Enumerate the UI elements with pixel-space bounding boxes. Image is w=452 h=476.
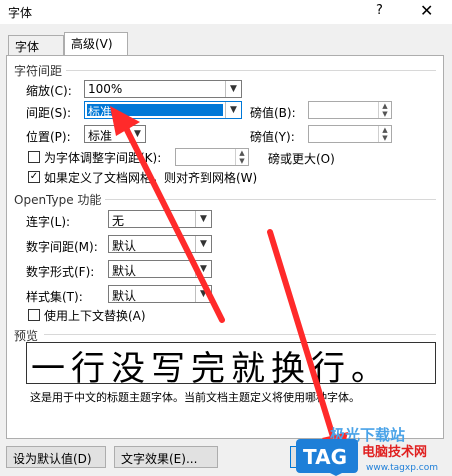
kerning-checkbox[interactable]: [28, 151, 40, 163]
position-value: 标准: [88, 129, 113, 143]
preview-description: 这是用于中文的标题主题字体。当前文档主题定义将使用哪种字体。: [30, 391, 360, 404]
stylistic-sets-label: 样式集(T):: [26, 290, 83, 304]
spacing-value: 标准: [88, 105, 113, 119]
preview-box: 一行没写完就换行。: [26, 342, 436, 384]
close-button[interactable]: ✕: [420, 1, 433, 20]
spin-arrows-icon: ▲ ▼: [378, 126, 391, 142]
position-combobox[interactable]: 标准 ▼: [84, 125, 146, 143]
ligatures-value: 无: [112, 214, 125, 228]
title-bar: [0, 0, 452, 24]
chevron-down-icon: ▼: [225, 81, 241, 97]
contextual-alternates-label: 使用上下文替换(A): [44, 309, 146, 323]
number-spacing-label: 数字间距(M):: [26, 240, 98, 254]
number-forms-value: 默认: [112, 264, 137, 278]
help-button[interactable]: ?: [376, 3, 383, 18]
number-spacing-value: 默认: [112, 239, 137, 253]
chevron-down-icon: ▼: [195, 286, 211, 302]
text-effects-button[interactable]: 文字效果(E)...: [114, 446, 218, 468]
ok-button[interactable]: 确: [290, 446, 330, 468]
stylistic-sets-value: 默认: [112, 289, 137, 303]
tab-font[interactable]: 字体(N): [8, 35, 64, 69]
preview-sample-text: 一行没写完就换行。: [31, 349, 391, 384]
position-amount-spinner[interactable]: ▲ ▼: [308, 125, 392, 143]
chevron-down-icon: ▼: [195, 236, 211, 252]
spin-arrows-icon: ▲ ▼: [235, 149, 248, 165]
divider: [66, 70, 436, 71]
spacing-label: 间距(S):: [26, 106, 72, 120]
opentype-group-title: OpenType 功能: [14, 191, 106, 208]
spacing-amount-label: 磅值(B):: [250, 106, 296, 120]
spin-arrows-icon: ▲ ▼: [378, 102, 391, 118]
snap-grid-checkbox[interactable]: ✓: [28, 171, 40, 183]
kerning-spinner[interactable]: ▲ ▼: [175, 148, 249, 166]
divider: [44, 334, 436, 335]
tab-advanced[interactable]: 高级(V): [64, 32, 128, 56]
number-spacing-combobox[interactable]: 默认 ▼: [108, 235, 212, 253]
snap-grid-label: 如果定义了文档网格，则对齐到网格(W): [44, 171, 258, 185]
scale-label: 缩放(C):: [26, 84, 72, 98]
kerning-suffix: 磅或更大(O): [268, 152, 335, 166]
chevron-down-icon: ▼: [195, 211, 211, 227]
watermark-url: www.tagxp.com: [366, 463, 438, 473]
chevron-down-icon: ▼: [195, 261, 211, 277]
position-amount-label: 磅值(Y):: [250, 130, 295, 144]
spacing-combobox[interactable]: 标准 ▼: [84, 101, 242, 119]
set-default-button[interactable]: 设为默认值(D): [6, 446, 106, 468]
chevron-down-icon: ▼: [129, 126, 145, 142]
spacing-amount-spinner[interactable]: ▲ ▼: [308, 101, 392, 119]
spacing-group-title: 字符间距: [14, 62, 67, 79]
divider: [100, 199, 436, 200]
scale-combobox[interactable]: 100% ▼: [84, 80, 242, 98]
contextual-alternates-checkbox[interactable]: [28, 309, 40, 321]
position-label: 位置(P):: [26, 130, 71, 144]
dialog-title: 字体: [8, 6, 33, 20]
ligatures-label: 连字(L):: [26, 215, 71, 229]
scale-value: 100%: [88, 82, 123, 96]
kerning-label: 为字体调整字间距(K):: [44, 151, 162, 165]
number-forms-combobox[interactable]: 默认 ▼: [108, 260, 212, 278]
ligatures-combobox[interactable]: 无 ▼: [108, 210, 212, 228]
stylistic-sets-combobox[interactable]: 默认 ▼: [108, 285, 212, 303]
watermark-name: 电脑技术网: [362, 444, 427, 460]
chevron-down-icon: ▼: [225, 102, 241, 118]
number-forms-label: 数字形式(F):: [26, 265, 95, 279]
